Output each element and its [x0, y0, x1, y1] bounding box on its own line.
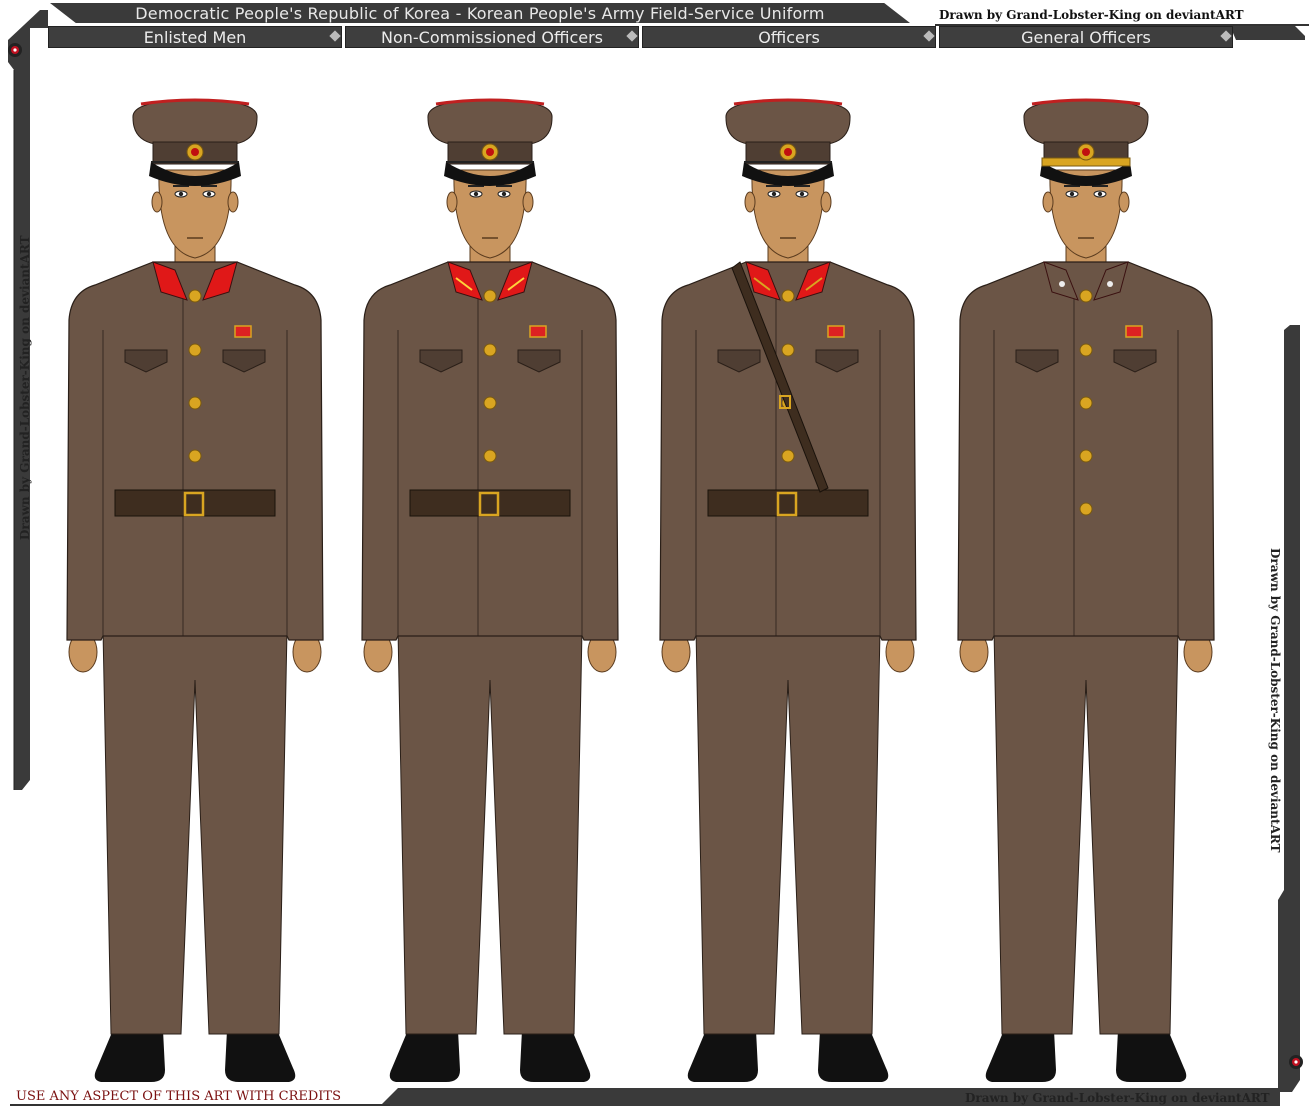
uniform-button: [483, 343, 497, 357]
uniform-button: [1079, 289, 1093, 303]
ear: [522, 191, 534, 213]
uniform-button: [1079, 502, 1093, 516]
right-shoe: [520, 1030, 591, 1082]
cap-crown: [1023, 99, 1149, 145]
pupil: [206, 191, 212, 197]
uniform-button: [483, 289, 497, 303]
right-shoe: [1116, 1030, 1187, 1082]
cap-star: [486, 148, 494, 156]
uniform-button: [188, 396, 202, 410]
pupil: [1069, 191, 1075, 197]
uniform-figures: [66, 98, 1215, 1082]
ear: [446, 191, 458, 213]
uniform-button: [188, 343, 202, 357]
uniform-figure: [957, 98, 1215, 1082]
right-shoe: [818, 1030, 889, 1082]
cap-star: [191, 148, 199, 156]
pupil: [501, 191, 507, 197]
trousers: [695, 629, 881, 1035]
flag-badge: [1125, 325, 1143, 338]
left-shoe: [985, 1030, 1056, 1082]
cap-crown: [427, 99, 553, 145]
cap-star: [1082, 148, 1090, 156]
pupil: [473, 191, 479, 197]
flag-badge: [827, 325, 845, 338]
uniform-button: [781, 449, 795, 463]
ear: [820, 191, 832, 213]
star-insignia: [1107, 281, 1113, 287]
ear: [744, 191, 756, 213]
star-insignia: [1059, 281, 1065, 287]
uniform-button: [1079, 449, 1093, 463]
pupil: [178, 191, 184, 197]
left-shoe: [389, 1030, 460, 1082]
uniform-figure: [659, 98, 917, 1082]
uniform-button: [483, 396, 497, 410]
uniform-figure: [361, 98, 619, 1082]
trousers: [397, 629, 583, 1035]
uniform-button: [188, 449, 202, 463]
right-shoe: [225, 1030, 296, 1082]
uniform-button: [188, 289, 202, 303]
uniform-button: [781, 343, 795, 357]
left-shoe: [94, 1030, 165, 1082]
pupil: [771, 191, 777, 197]
uniform-button: [1079, 396, 1093, 410]
uniform-button: [781, 289, 795, 303]
ear: [1042, 191, 1054, 213]
pupil: [1097, 191, 1103, 197]
ear: [1118, 191, 1130, 213]
uniform-button: [1079, 343, 1093, 357]
cap-crown: [725, 99, 851, 145]
trousers: [102, 629, 288, 1035]
flag-badge: [234, 325, 252, 338]
cap-star: [784, 148, 792, 156]
uniform-button: [483, 449, 497, 463]
trousers: [993, 629, 1179, 1035]
ear: [227, 191, 239, 213]
pupil: [799, 191, 805, 197]
uniform-figure: [66, 98, 324, 1082]
ear: [151, 191, 163, 213]
cap-crown: [132, 99, 258, 145]
flag-badge: [529, 325, 547, 338]
left-shoe: [687, 1030, 758, 1082]
